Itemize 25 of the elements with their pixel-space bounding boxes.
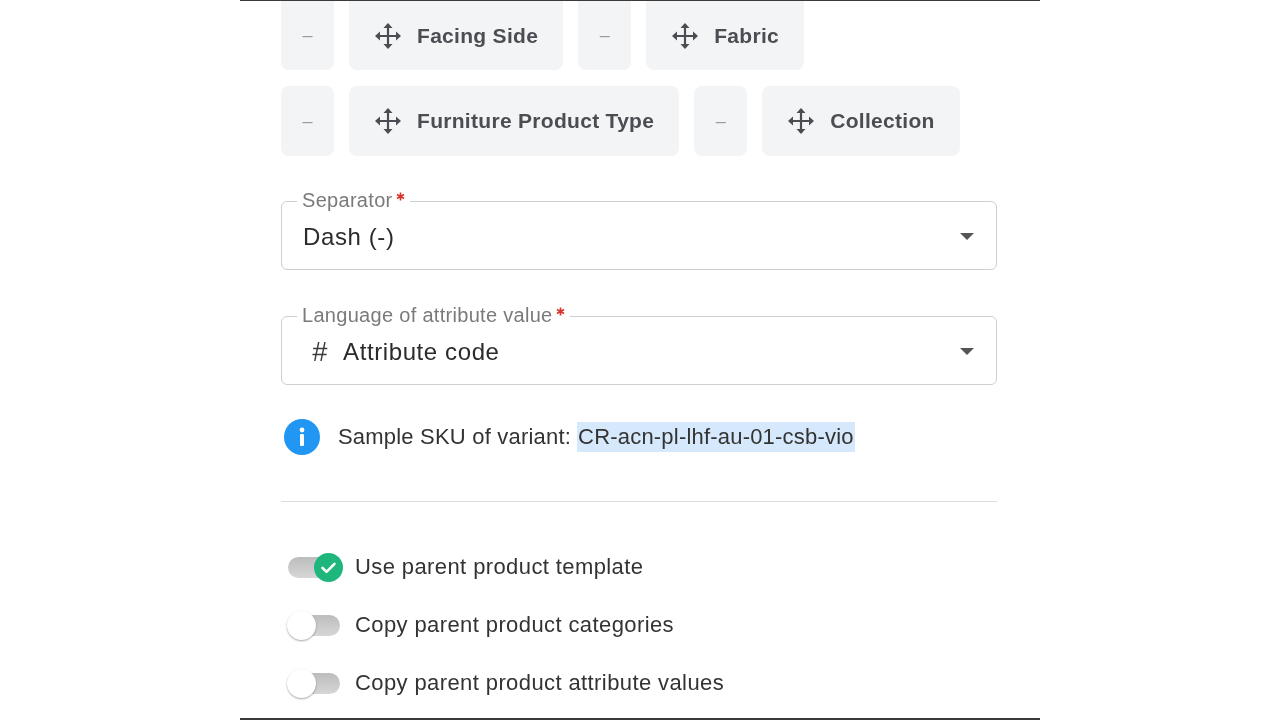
toggle-switch[interactable] <box>287 552 343 582</box>
move-icon <box>374 21 402 50</box>
hash-glyph: # <box>312 336 328 367</box>
chip-label: Facing Side <box>417 23 539 48</box>
toggle-label: Copy parent product attribute values <box>355 670 725 696</box>
move-icon <box>374 107 402 135</box>
attribute-chip[interactable]: Facing Side <box>349 1 564 70</box>
chip-label: Furniture Product Type <box>417 109 655 133</box>
field-value: Dash (-) <box>303 222 396 251</box>
chip-label: Collection <box>830 109 935 133</box>
caret-icon <box>960 348 974 355</box>
toggle-label: Copy parent product categories <box>355 612 674 638</box>
sample-sku-label: Sample SKU of variant: <box>338 424 572 450</box>
move-icon <box>787 107 816 135</box>
attribute-chip[interactable]: Fabric <box>646 1 804 70</box>
attribute-chip[interactable]: Collection <box>762 86 960 156</box>
caret-icon <box>960 233 974 240</box>
toggle-label: Use parent product template <box>355 554 644 580</box>
attribute-chip[interactable]: Furniture Product Type <box>349 86 680 156</box>
check-icon <box>314 552 343 582</box>
field-value: Attribute code <box>343 337 501 366</box>
chip-label: Fabric <box>714 23 779 48</box>
info-icon <box>284 419 320 455</box>
move-icon <box>671 21 700 50</box>
sample-sku-value: CR-acn-pl-lhf-au-01-csb-vio <box>577 422 855 452</box>
